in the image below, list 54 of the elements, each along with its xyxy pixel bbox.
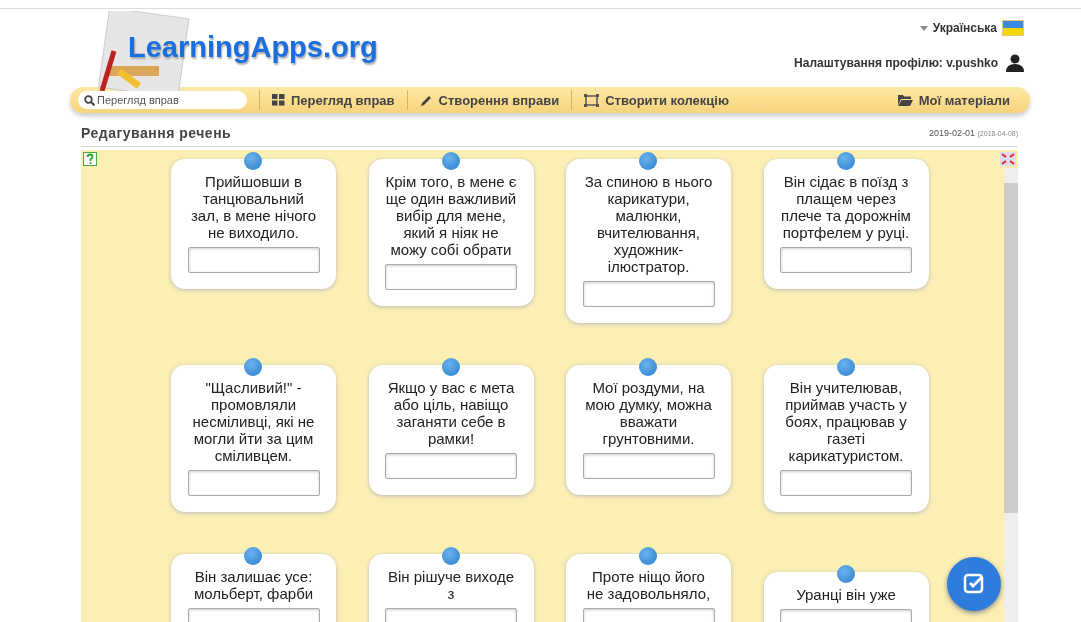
grid-icon <box>272 94 285 106</box>
sentence-text: Він залишає усе: мольберт, фарби <box>192 568 315 602</box>
language-selector[interactable]: Українська <box>919 20 1024 36</box>
sentence-text: Він сідає в поїзд з плащем через плече та дорожнім портфелем у руці. <box>780 173 912 241</box>
search-icon <box>84 95 95 106</box>
nav-link[interactable]: Перегляд вправ <box>259 90 407 110</box>
check-button[interactable] <box>947 557 1001 611</box>
sentence-text: Якщо у вас є мета або ціль, навіщо заганяти себе в рамки! <box>386 379 516 447</box>
fullscreen-icon[interactable] <box>1000 152 1016 166</box>
sentence-text: Уранці він уже <box>796 586 896 603</box>
sentence-text: "Щасливий!" - промовляли несміливці, які не могли йти за цим сміливцем. <box>191 379 316 464</box>
drag-handle[interactable] <box>441 547 460 565</box>
my-materials-link[interactable]: Мої матеріали <box>885 90 1022 110</box>
sentence-text: За спиною в нього карикатури, малюнки, вчителювання, художник-ілюстратор. <box>583 173 714 275</box>
drag-handle[interactable] <box>244 358 262 376</box>
drag-handle[interactable] <box>836 152 855 170</box>
drag-handle[interactable] <box>441 358 460 376</box>
answer-field[interactable] <box>780 247 912 273</box>
answer-field[interactable] <box>780 470 912 496</box>
search-field[interactable]: Перегляд вправ <box>78 91 247 109</box>
drag-handle[interactable] <box>244 152 262 170</box>
flag-icon <box>1002 20 1024 36</box>
pencil-icon <box>419 93 433 107</box>
scrollbar[interactable] <box>1004 168 1018 622</box>
answer-field[interactable] <box>385 264 517 290</box>
help-icon[interactable] <box>83 152 99 168</box>
user-icon[interactable] <box>1006 54 1024 72</box>
drag-handle[interactable] <box>836 565 855 583</box>
dropdown-caret-icon <box>919 25 928 31</box>
sentence-text: Крім того, в мене є ще один важливий вибір для мене, який я ніяк не можу собі обрати <box>385 173 517 258</box>
sentence-text: Мої роздуми, на мою думку, можна вважати грунтовними. <box>584 379 713 447</box>
drag-handle[interactable] <box>639 358 657 376</box>
frame-icon <box>584 93 600 107</box>
page-title: Редагування речень <box>81 125 232 141</box>
drag-handle[interactable] <box>639 152 657 170</box>
answer-field[interactable] <box>582 281 715 307</box>
sentence-text: Він учителював, приймав участь у боях, працював у газеті карикатуристом. <box>784 379 908 464</box>
nav-link[interactable]: Створення вправи <box>406 90 572 110</box>
answer-field[interactable] <box>582 453 715 479</box>
sentence-text: Він рішуче виходе з <box>386 568 516 602</box>
drag-handle[interactable] <box>441 152 460 170</box>
checkbox-tick-icon <box>963 573 985 595</box>
answer-field[interactable] <box>187 247 320 273</box>
answer-field[interactable] <box>187 470 320 496</box>
drag-handle[interactable] <box>836 358 855 376</box>
drag-handle[interactable] <box>639 547 657 565</box>
drag-handle[interactable] <box>244 547 262 565</box>
sentence-text: Прийшовши в танцювальний зал, в мене нічого не виходило. <box>189 173 318 241</box>
answer-field[interactable] <box>385 453 517 479</box>
folder-icon <box>897 94 913 106</box>
site-logo[interactable]: LearningApps.org <box>128 31 378 64</box>
nav-link[interactable]: Створити колекцію <box>571 90 742 110</box>
profile-settings-link[interactable]: Налаштування профілю: v.pushko <box>794 56 998 70</box>
sentence-text: Проте ніщо його не задовольняло, <box>585 568 712 602</box>
